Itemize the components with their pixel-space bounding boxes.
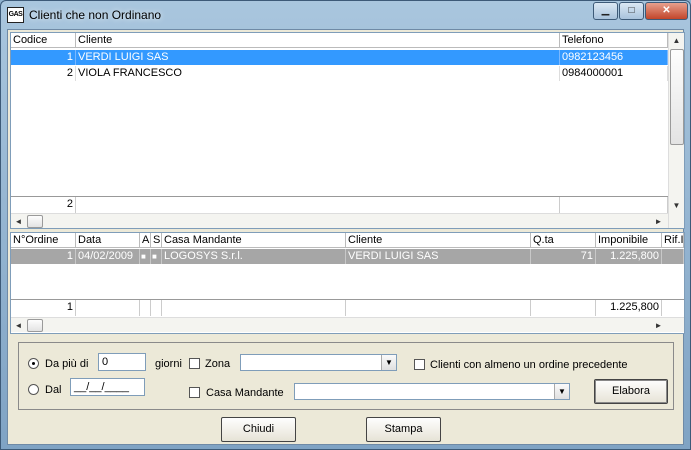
checkbox-almeno-ordine[interactable]: [414, 359, 425, 370]
cell-codice: 1: [11, 50, 76, 65]
cell-telefono: 0982123456: [560, 50, 668, 65]
dal-date-input[interactable]: __/__/____: [70, 378, 145, 396]
scroll-down-icon[interactable]: ▼: [669, 198, 684, 213]
table-row[interactable]: 2 VIOLA FRANCESCO 0984000001: [11, 66, 668, 81]
cell-telefono: 0984000001: [560, 66, 668, 81]
scroll-thumb[interactable]: [670, 49, 684, 145]
orders-grid[interactable]: N°Ordine Data A S Casa Mandante Cliente …: [10, 232, 685, 334]
window-client-area: Codice Cliente Telefono 1 VERDI LUIGI SA…: [7, 29, 685, 445]
footer-cell-empty: [531, 300, 596, 316]
filter-panel: Da più di 0 giorni Zona ▼ Clienti con al…: [18, 342, 674, 410]
cell-s-checkbox-icon: ■: [151, 249, 162, 264]
label-casa-mandante: Casa Mandante: [206, 387, 284, 399]
radio-dal[interactable]: [28, 384, 39, 395]
radio-da-piu-di[interactable]: [28, 358, 39, 369]
column-header-casa-mandante[interactable]: Casa Mandante: [162, 233, 346, 248]
scroll-up-icon[interactable]: ▲: [669, 33, 684, 48]
column-header-qta[interactable]: Q.ta: [531, 233, 596, 248]
column-header-cliente[interactable]: Cliente: [346, 233, 531, 248]
radio-selected-dot-icon: [32, 362, 35, 365]
orders-horizontal-scrollbar[interactable]: ◄ ►: [11, 317, 684, 332]
clients-grid-header: Codice Cliente Telefono: [11, 33, 668, 48]
cell-cliente: VERDI LUIGI SAS: [76, 50, 560, 65]
scroll-right-icon[interactable]: ►: [651, 318, 666, 333]
table-row[interactable]: 1 04/02/2009 ■ ■ LOGOSYS S.r.l. VERDI LU…: [11, 249, 684, 264]
scroll-right-icon[interactable]: ►: [651, 214, 666, 228]
clients-vertical-scrollbar[interactable]: ▲ ▼: [668, 33, 684, 228]
column-header-n-ordine[interactable]: N°Ordine: [11, 233, 76, 248]
label-almeno-ordine: Clienti con almeno un ordine precedente: [430, 359, 628, 371]
footer-cell-empty: [140, 300, 151, 316]
clients-grid[interactable]: Codice Cliente Telefono 1 VERDI LUIGI SA…: [10, 32, 685, 229]
cell-casa-mandante: LOGOSYS S.r.l.: [162, 249, 346, 264]
column-header-data[interactable]: Data: [76, 233, 140, 248]
minimize-button[interactable]: ▁: [593, 2, 618, 20]
stampa-button[interactable]: Stampa: [366, 417, 441, 442]
orders-total-imponibile: 1.225,800: [596, 300, 662, 316]
scroll-thumb[interactable]: [27, 215, 43, 228]
casa-mandante-select[interactable]: ▼: [294, 383, 570, 400]
table-row[interactable]: 1 VERDI LUIGI SAS 0982123456: [11, 50, 668, 65]
cell-n-ordine: 1: [11, 249, 76, 264]
footer-cell-empty: [76, 300, 140, 316]
cell-cliente: VIOLA FRANCESCO: [76, 66, 560, 81]
column-header-cliente[interactable]: Cliente: [76, 33, 560, 48]
footer-cell-empty: [151, 300, 162, 316]
label-da-piu-di: Da più di: [45, 358, 89, 370]
cell-data: 04/02/2009: [76, 249, 140, 264]
cell-codice: 2: [11, 66, 76, 81]
footer-cell-empty: [560, 197, 668, 213]
cell-qta: 71: [531, 249, 596, 264]
cell-a-checkbox-icon: ■: [140, 249, 151, 264]
chevron-down-icon[interactable]: ▼: [381, 355, 396, 370]
label-giorni: giorni: [155, 358, 182, 370]
orders-count: 1: [11, 300, 76, 316]
elabora-button[interactable]: Elabora: [594, 379, 668, 404]
label-zona: Zona: [205, 358, 231, 370]
cell-imponibile: 1.225,800: [596, 249, 662, 264]
column-header-telefono[interactable]: Telefono: [560, 33, 668, 48]
scroll-left-icon[interactable]: ◄: [11, 318, 26, 333]
cell-rif: [662, 249, 684, 264]
cell-cliente: VERDI LUIGI SAS: [346, 249, 531, 264]
column-header-s[interactable]: S: [151, 233, 162, 248]
checkbox-zona[interactable]: [189, 358, 200, 369]
checkbox-casa-mandante[interactable]: [189, 387, 200, 398]
scroll-left-icon[interactable]: ◄: [11, 214, 26, 228]
orders-grid-header: N°Ordine Data A S Casa Mandante Cliente …: [11, 233, 684, 248]
column-header-a[interactable]: A: [140, 233, 151, 248]
scroll-thumb[interactable]: [27, 319, 43, 332]
clients-horizontal-scrollbar[interactable]: ◄ ►: [11, 213, 668, 228]
footer-cell-empty: [346, 300, 531, 316]
app-window: GAS Clienti che non Ordinano ▁ □ ✕ Codic…: [0, 0, 691, 450]
column-header-codice[interactable]: Codice: [11, 33, 76, 48]
column-header-imponibile[interactable]: Imponibile: [596, 233, 662, 248]
app-logo-icon: GAS: [7, 7, 24, 23]
label-dal: Dal: [45, 384, 62, 396]
clients-count: 2: [11, 197, 76, 213]
clients-grid-footer: 2: [11, 196, 668, 213]
close-button[interactable]: ✕: [645, 2, 688, 20]
footer-cell-empty: [162, 300, 346, 316]
giorni-input[interactable]: 0: [98, 353, 146, 371]
orders-grid-footer: 1 1.225,800: [11, 299, 684, 316]
chiudi-button[interactable]: Chiudi: [221, 417, 296, 442]
window-title: Clienti che non Ordinano: [29, 8, 162, 22]
chevron-down-icon[interactable]: ▼: [554, 384, 569, 399]
title-bar[interactable]: GAS Clienti che non Ordinano ▁ □ ✕: [1, 1, 690, 29]
zona-select[interactable]: ▼: [240, 354, 397, 371]
maximize-button[interactable]: □: [619, 2, 644, 20]
footer-cell-empty: [76, 197, 560, 213]
column-header-rif[interactable]: Rif.I: [662, 233, 684, 248]
